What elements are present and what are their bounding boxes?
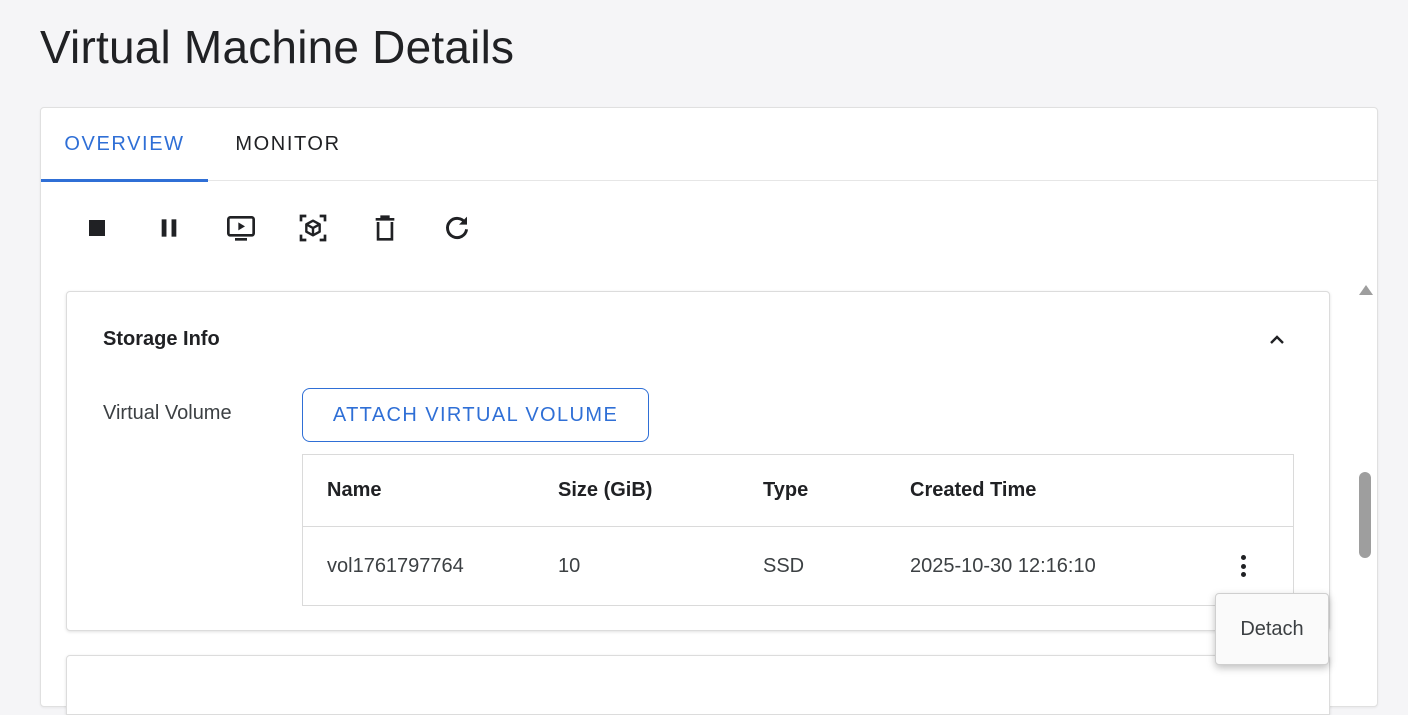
- delete-icon: [375, 215, 395, 241]
- tab-overview[interactable]: OVERVIEW: [41, 108, 208, 182]
- volume-size-cell: 10: [558, 555, 581, 577]
- tab-bar: OVERVIEW MONITOR: [41, 108, 1377, 182]
- scrollbar-up-arrow[interactable]: [1359, 285, 1373, 295]
- column-header-type: Type: [763, 479, 809, 501]
- delete-button[interactable]: [357, 208, 429, 248]
- pause-icon: [161, 219, 177, 237]
- stop-button[interactable]: [69, 208, 141, 248]
- snapshot-icon: [299, 214, 327, 242]
- details-card: OVERVIEW MONITOR Storage Info Virtual Vo…: [40, 107, 1378, 715]
- volume-created-cell: 2025-10-30 12:16:10: [910, 555, 1096, 577]
- pause-button[interactable]: [141, 208, 213, 248]
- storage-info-title: Storage Info: [103, 328, 220, 350]
- scrollbar-thumb[interactable]: [1359, 472, 1371, 558]
- detach-menu-item[interactable]: Detach: [1216, 608, 1328, 651]
- column-header-size: Size (GiB): [558, 479, 653, 501]
- volume-name-cell: vol1761797764: [327, 555, 464, 577]
- volume-table: Name Size (GiB) Type Created Time vol176…: [302, 454, 1294, 606]
- chevron-up-icon[interactable]: [1265, 328, 1289, 352]
- snapshot-button[interactable]: [285, 208, 357, 248]
- row-action-menu: Detach: [1215, 593, 1329, 665]
- virtual-volume-label: Virtual Volume: [103, 402, 232, 424]
- attach-virtual-volume-button[interactable]: ATTACH VIRTUAL VOLUME: [302, 388, 649, 442]
- table-header: Name Size (GiB) Type Created Time: [303, 455, 1293, 527]
- next-panel-header: [66, 655, 1330, 715]
- console-button[interactable]: [213, 208, 285, 248]
- refresh-icon: [446, 216, 469, 239]
- table-row: vol1761797764 10 SSD 2025-10-30 12:16:10: [303, 527, 1293, 606]
- storage-info-panel: Storage Info Virtual Volume ATTACH VIRTU…: [66, 291, 1330, 631]
- console-icon: [227, 216, 255, 241]
- page-title: Virtual Machine Details: [40, 21, 515, 73]
- more-vert-icon[interactable]: [1231, 553, 1255, 579]
- stop-icon: [89, 220, 105, 236]
- column-header-created-time: Created Time: [910, 479, 1037, 501]
- vm-action-toolbar: [69, 208, 501, 248]
- volume-type-cell: SSD: [763, 555, 805, 577]
- tab-monitor[interactable]: MONITOR: [208, 108, 368, 181]
- column-header-name: Name: [327, 479, 382, 501]
- refresh-button[interactable]: [429, 208, 501, 248]
